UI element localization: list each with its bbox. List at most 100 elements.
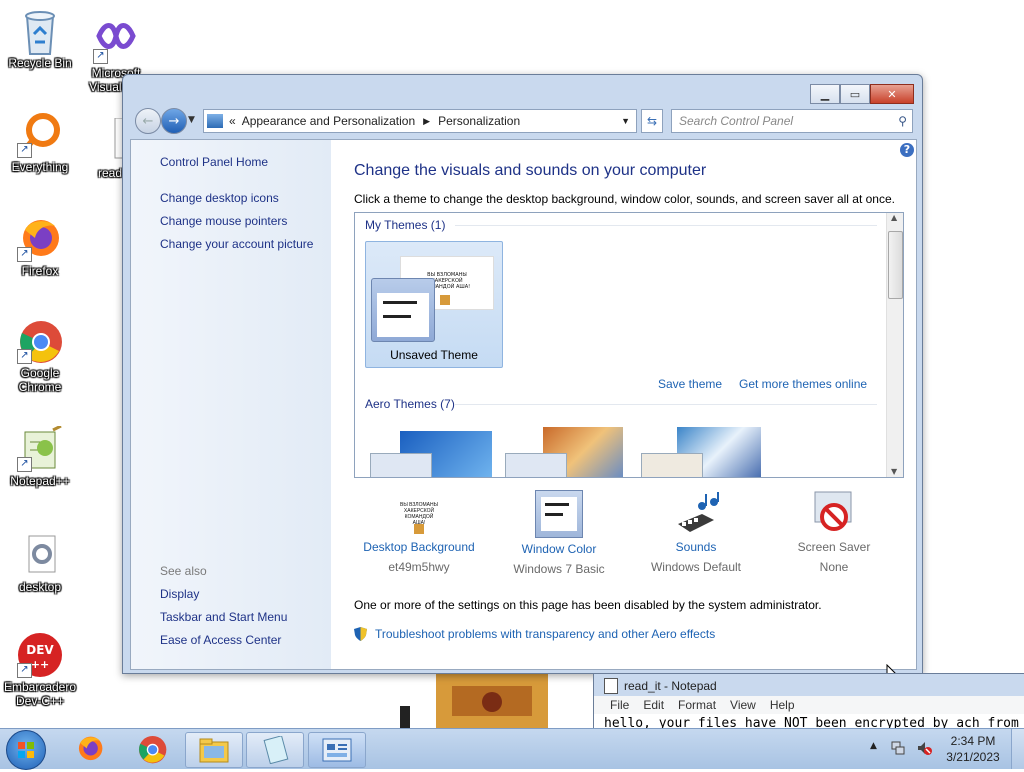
clock[interactable]: 2:34 PM 3/21/2023	[940, 733, 1006, 765]
scroll-up-icon[interactable]: ▲	[891, 213, 897, 222]
change-desktop-icons-link[interactable]: Change desktop icons	[160, 191, 279, 205]
folder-icon	[199, 738, 229, 763]
breadcrumb-separator-icon[interactable]: ▶	[423, 116, 430, 127]
taskbar: ▲ 2:34 PM 3/21/2023	[0, 728, 1024, 770]
shortcut-arrow-icon: ↗	[17, 247, 32, 262]
svg-text:++: ++	[31, 658, 49, 671]
desktop-icon-label: Embarcadero Dev-C++	[3, 680, 77, 708]
notepadpp-icon: ↗	[17, 424, 63, 472]
address-bar[interactable]: « Appearance and Personalization ▶ Perso…	[203, 109, 637, 133]
troubleshoot-link[interactable]: Troubleshoot problems with transparency …	[375, 627, 715, 641]
change-mouse-pointers-link[interactable]: Change mouse pointers	[160, 214, 287, 228]
taskbar-firefox[interactable]	[62, 732, 118, 766]
breadcrumb-overflow-icon[interactable]: «	[229, 114, 236, 128]
sounds-setting[interactable]: Sounds Windows Default	[626, 492, 766, 574]
wallpaper-figure-mini	[440, 295, 450, 305]
window-color-setting[interactable]: Window Color Windows 7 Basic	[489, 490, 629, 576]
visual-studio-icon: ↗	[93, 18, 139, 64]
windows-logo-icon	[18, 742, 34, 758]
display-link[interactable]: Display	[160, 587, 199, 601]
scrollbar-thumb[interactable]	[888, 231, 903, 299]
taskbar-explorer[interactable]	[185, 732, 243, 768]
breadcrumb-current[interactable]: Personalization	[438, 114, 520, 128]
desktop-icon-devcpp[interactable]: DEV ++ ↗ Embarcadero Dev-C++	[2, 632, 78, 708]
minimize-icon: ▁	[820, 87, 830, 101]
screen-saver-value: None	[819, 560, 849, 574]
troubleshoot-row[interactable]: Troubleshoot problems with transparency …	[354, 627, 715, 641]
sounds-title[interactable]: Sounds	[626, 540, 766, 554]
desktop-icon-chrome[interactable]: ↗ Google Chrome	[2, 318, 78, 394]
control-panel-icon	[322, 738, 352, 762]
breadcrumb-root[interactable]: Appearance and Personalization	[242, 114, 415, 128]
wallpaper-mini-text: ВЫ ВЗЛОМАНЫ ХАКЕРСКОЙ КОМАНДОЙ АША!	[400, 502, 438, 526]
window-color-icon	[535, 490, 583, 538]
taskbar-notepad[interactable]	[246, 732, 304, 768]
screen-saver-icon	[811, 490, 857, 536]
recent-pages-dropdown[interactable]: ▼	[188, 115, 195, 125]
unsaved-theme-tile[interactable]: ВЫ ВЗЛОМАНЫ ХАКЕРСКОЙ КОМАНДОЙ АША! Unsa…	[365, 241, 503, 368]
notepad-title: read_it - Notepad	[624, 679, 717, 693]
aero-preview-window	[505, 453, 567, 477]
taskbar-control-panel[interactable]	[308, 732, 366, 768]
menu-format[interactable]: Format	[678, 698, 716, 712]
show-desktop-button[interactable]	[1011, 729, 1024, 769]
desktop-background-title[interactable]: Desktop Background	[349, 540, 489, 554]
shortcut-arrow-icon: ↗	[93, 49, 108, 64]
get-more-themes-link[interactable]: Get more themes online	[739, 377, 867, 391]
aero-theme-characters[interactable]	[641, 425, 763, 477]
minimize-button[interactable]: ▁	[810, 84, 840, 104]
back-button[interactable]: ←	[135, 108, 161, 134]
page-description: Click a theme to change the desktop back…	[354, 192, 895, 206]
desktop-icon-desktop[interactable]: desktop	[2, 532, 78, 594]
devcpp-icon: DEV ++ ↗	[17, 632, 63, 678]
aero-theme-architecture[interactable]	[505, 425, 627, 477]
menu-view[interactable]: View	[730, 698, 756, 712]
menu-help[interactable]: Help	[770, 698, 795, 712]
menu-file[interactable]: File	[610, 698, 629, 712]
help-icon[interactable]: ?	[900, 143, 914, 157]
maximize-button[interactable]: ▭	[840, 84, 870, 104]
preview-window-body	[377, 293, 429, 337]
chrome-icon: ↗	[17, 318, 63, 364]
search-input[interactable]: Search Control Panel	[679, 114, 793, 128]
control-panel-icon	[207, 114, 223, 128]
taskbar-start-menu-link[interactable]: Taskbar and Start Menu	[160, 610, 287, 624]
clock-time: 2:34 PM	[950, 734, 996, 748]
control-panel-home-link[interactable]: Control Panel Home	[160, 155, 268, 169]
show-hidden-icons-icon[interactable]: ▲	[870, 741, 877, 751]
notepad-window[interactable]: read_it - Notepad File Edit Format View …	[593, 673, 1024, 735]
notepad-title-bar[interactable]: read_it - Notepad	[604, 678, 717, 694]
aero-theme-windows7[interactable]	[370, 425, 492, 477]
ease-of-access-link[interactable]: Ease of Access Center	[160, 633, 281, 647]
change-account-picture-link[interactable]: Change your account picture	[160, 237, 313, 251]
close-button[interactable]: ✕	[870, 84, 914, 104]
forward-button[interactable]: →	[161, 108, 187, 134]
desktop-icon-recycle-bin[interactable]: Recycle Bin	[2, 8, 78, 70]
menu-edit[interactable]: Edit	[643, 698, 664, 712]
desktop-icon-everything[interactable]: ↗ Everything	[2, 112, 78, 174]
forward-arrow-icon: →	[168, 113, 180, 129]
control-panel-window[interactable]: ▁ ▭ ✕ ← → ▼ « Appearance and Personaliza…	[122, 74, 923, 674]
svg-text:DEV: DEV	[26, 643, 54, 657]
desktop-icon-label: Google Chrome	[18, 366, 62, 394]
start-button[interactable]	[6, 730, 46, 770]
theme-list[interactable]: My Themes (1) ВЫ ВЗЛОМАНЫ ХАКЕРСКОЙ КОМА…	[354, 212, 904, 478]
search-box[interactable]: Search Control Panel ⚲	[671, 109, 913, 133]
sounds-value: Windows Default	[650, 560, 742, 574]
search-icon[interactable]: ⚲	[898, 114, 907, 128]
volume-muted-icon[interactable]	[916, 740, 932, 756]
refresh-button[interactable]: ⇆	[641, 109, 663, 133]
window-color-title[interactable]: Window Color	[489, 542, 629, 556]
desktop-icon-notepadpp[interactable]: ↗ Notepad++	[2, 424, 78, 488]
network-icon[interactable]	[890, 740, 906, 756]
desktop-icon-firefox[interactable]: ↗ Firefox	[2, 216, 78, 278]
save-theme-link[interactable]: Save theme	[658, 377, 722, 391]
maximize-icon: ▭	[849, 87, 861, 101]
desktop-background-setting[interactable]: ВЫ ВЗЛОМАНЫ ХАКЕРСКОЙ КОМАНДОЙ АША! Desk…	[349, 496, 489, 574]
taskbar-chrome[interactable]	[124, 732, 180, 766]
scroll-down-icon[interactable]: ▼	[891, 467, 897, 476]
address-dropdown-icon[interactable]: ▼	[621, 116, 630, 126]
theme-list-scrollbar[interactable]: ▲ ▼	[886, 213, 903, 477]
preview-bar	[545, 503, 569, 506]
shortcut-arrow-icon: ↗	[17, 663, 32, 678]
